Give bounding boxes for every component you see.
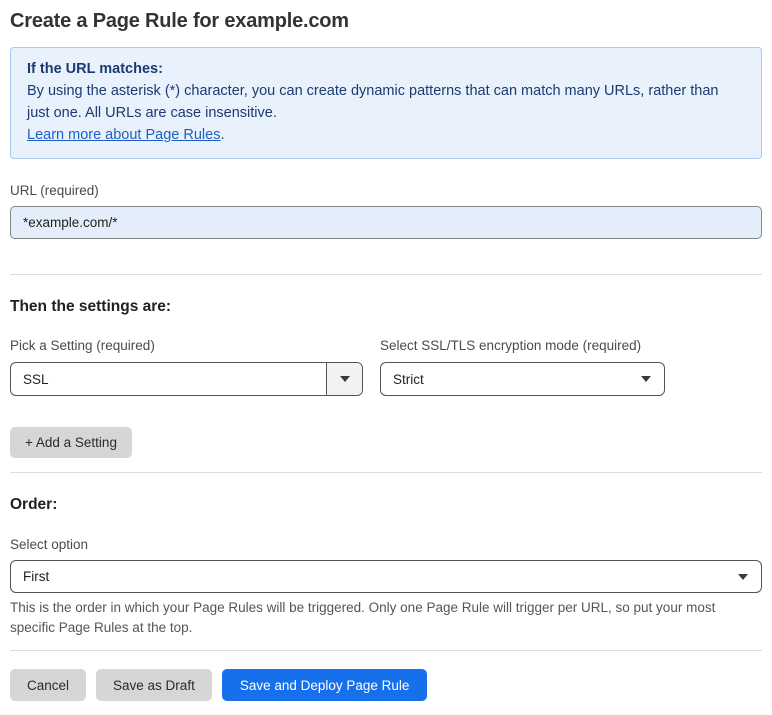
setting-picker-column: Pick a Setting (required) SSL [10, 338, 363, 396]
page-title: Create a Page Rule for example.com [10, 10, 349, 32]
info-box-heading: If the URL matches: [27, 61, 163, 77]
chevron-down-icon [738, 573, 761, 580]
info-box-link-line: Learn more about Page Rules. [27, 124, 745, 146]
url-field-label: URL (required) [10, 183, 99, 198]
cancel-button[interactable]: Cancel [10, 669, 87, 701]
divider [10, 472, 762, 473]
divider [10, 650, 762, 651]
ssl-mode-column: Select SSL/TLS encryption mode (required… [380, 338, 665, 396]
ssl-mode-value: Strict [393, 371, 424, 387]
add-setting-button[interactable]: + Add a Setting [10, 427, 132, 458]
order-section-heading: Order: [10, 496, 58, 513]
setting-picker-label: Pick a Setting (required) [10, 338, 155, 353]
order-select-value: First [23, 569, 50, 584]
url-match-info-box: If the URL matches: By using the asteris… [10, 47, 762, 159]
chevron-down-icon [326, 363, 362, 395]
order-select[interactable]: First [10, 560, 762, 593]
settings-section-heading: Then the settings are: [10, 298, 172, 315]
setting-picker-value: SSL [23, 371, 49, 387]
save-deploy-button[interactable]: Save and Deploy Page Rule [221, 669, 428, 701]
create-page-rule-form: Create a Page Rule for example.com If th… [0, 0, 772, 715]
ssl-mode-select[interactable]: Strict [380, 362, 665, 396]
divider [10, 274, 762, 275]
footer-actions: Cancel Save as Draft Save and Deploy Pag… [10, 669, 762, 701]
ssl-mode-label: Select SSL/TLS encryption mode (required… [380, 338, 642, 353]
save-draft-button[interactable]: Save as Draft [96, 669, 212, 701]
learn-more-link[interactable]: Learn more about Page Rules [27, 127, 220, 143]
url-input[interactable] [10, 206, 762, 239]
settings-row: Pick a Setting (required) SSL Select SSL… [10, 338, 762, 396]
link-suffix: . [220, 127, 225, 143]
chevron-down-icon [641, 376, 664, 382]
setting-picker-select[interactable]: SSL [10, 362, 363, 396]
info-box-body: By using the asterisk (*) character, you… [27, 83, 719, 121]
order-help-text: This is the order in which your Page Rul… [10, 600, 716, 635]
order-select-label: Select option [10, 537, 89, 552]
